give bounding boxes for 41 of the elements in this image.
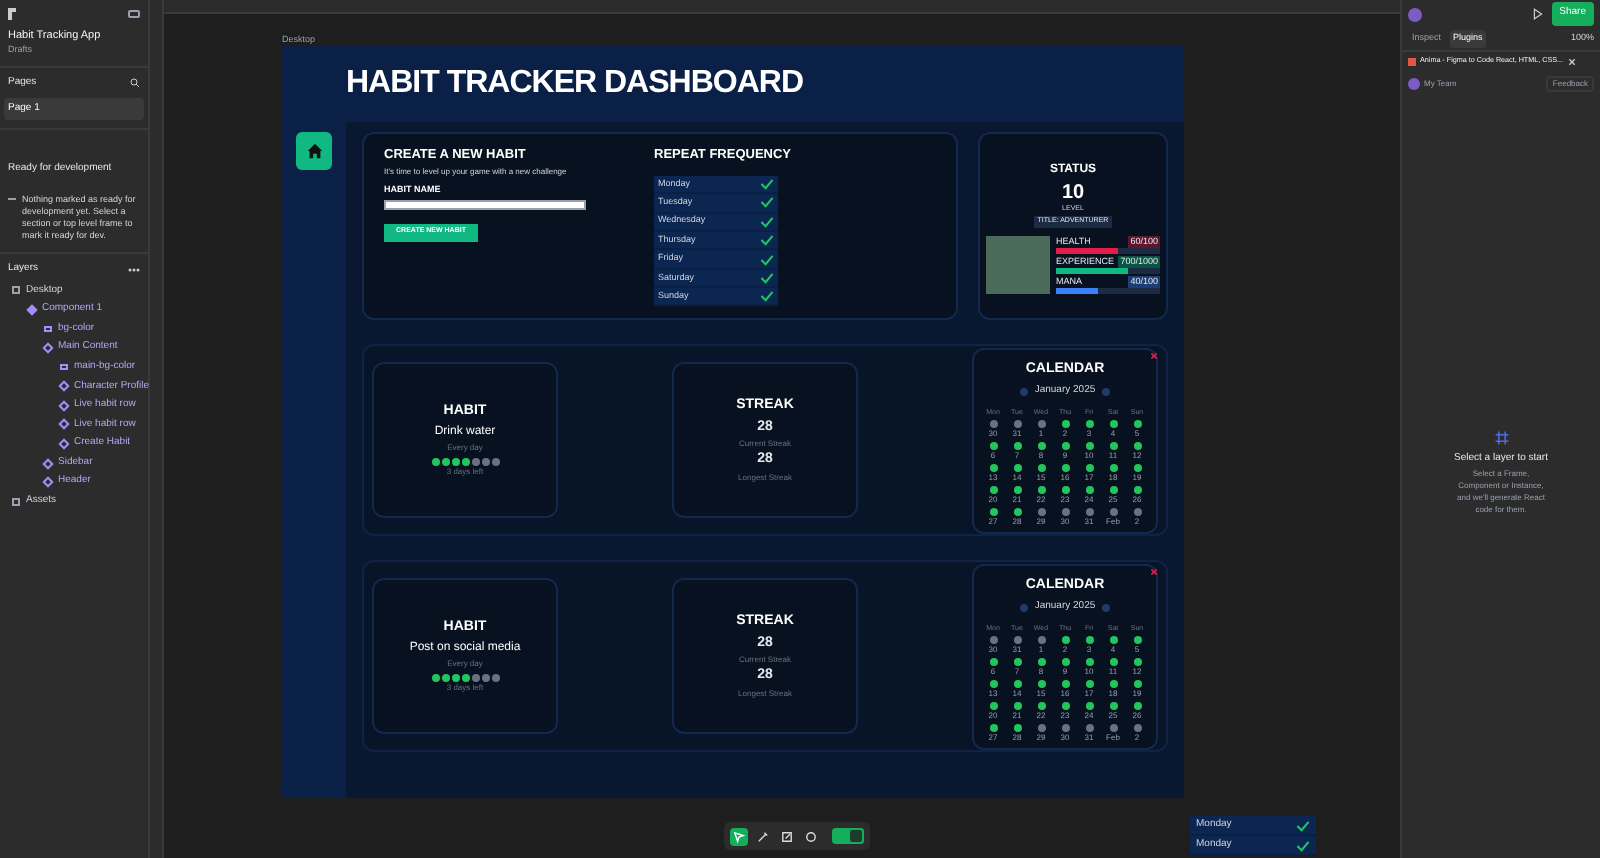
- instance-icon: [42, 342, 54, 354]
- dashboard-title: HABIT TRACKER DASHBOARD: [346, 64, 803, 104]
- check-icon[interactable]: [760, 215, 774, 228]
- play-icon[interactable]: [1531, 8, 1544, 20]
- check-icon[interactable]: [760, 253, 774, 265]
- circle-icon: [804, 829, 818, 843]
- home-icon: [305, 142, 323, 160]
- close-icon[interactable]: [1150, 568, 1158, 576]
- dev-mode-toggle[interactable]: [832, 828, 864, 844]
- check-icon[interactable]: [1296, 819, 1310, 831]
- habit-name-field[interactable]: [384, 199, 586, 209]
- character-photo-placeholder: [986, 235, 1050, 293]
- more-icon[interactable]: [128, 267, 140, 272]
- check-icon[interactable]: [760, 177, 774, 190]
- home-button[interactable]: [296, 132, 332, 170]
- rectangle-icon: [44, 325, 52, 332]
- check-icon[interactable]: [760, 234, 774, 247]
- check-icon[interactable]: [760, 290, 774, 303]
- close-icon[interactable]: [1150, 352, 1158, 360]
- level-value: 10: [1061, 184, 1085, 204]
- toolbar-button[interactable]: [802, 827, 820, 845]
- check-icon[interactable]: [760, 271, 774, 284]
- component-icon: [26, 304, 38, 316]
- check-icon[interactable]: [760, 196, 774, 209]
- team-avatar: [1408, 77, 1420, 89]
- cursor-icon: [732, 829, 746, 843]
- sidebar-toggle-icon[interactable]: [128, 10, 140, 18]
- toolbar-button[interactable]: [778, 827, 796, 845]
- toolbar-button[interactable]: [754, 827, 772, 845]
- rectangle-icon: [60, 364, 68, 371]
- check-icon[interactable]: [1296, 839, 1310, 851]
- edit-icon: [780, 829, 794, 843]
- figma-logo-icon[interactable]: [8, 8, 16, 20]
- assets-icon: [12, 498, 20, 507]
- pen-icon: [756, 829, 770, 843]
- search-icon[interactable]: [130, 78, 140, 89]
- frame-select-icon: [1493, 430, 1509, 446]
- plugin-icon: [1408, 58, 1416, 66]
- frame-icon: [12, 286, 20, 295]
- user-avatar[interactable]: [1408, 7, 1422, 21]
- toolbar-button[interactable]: [730, 827, 748, 845]
